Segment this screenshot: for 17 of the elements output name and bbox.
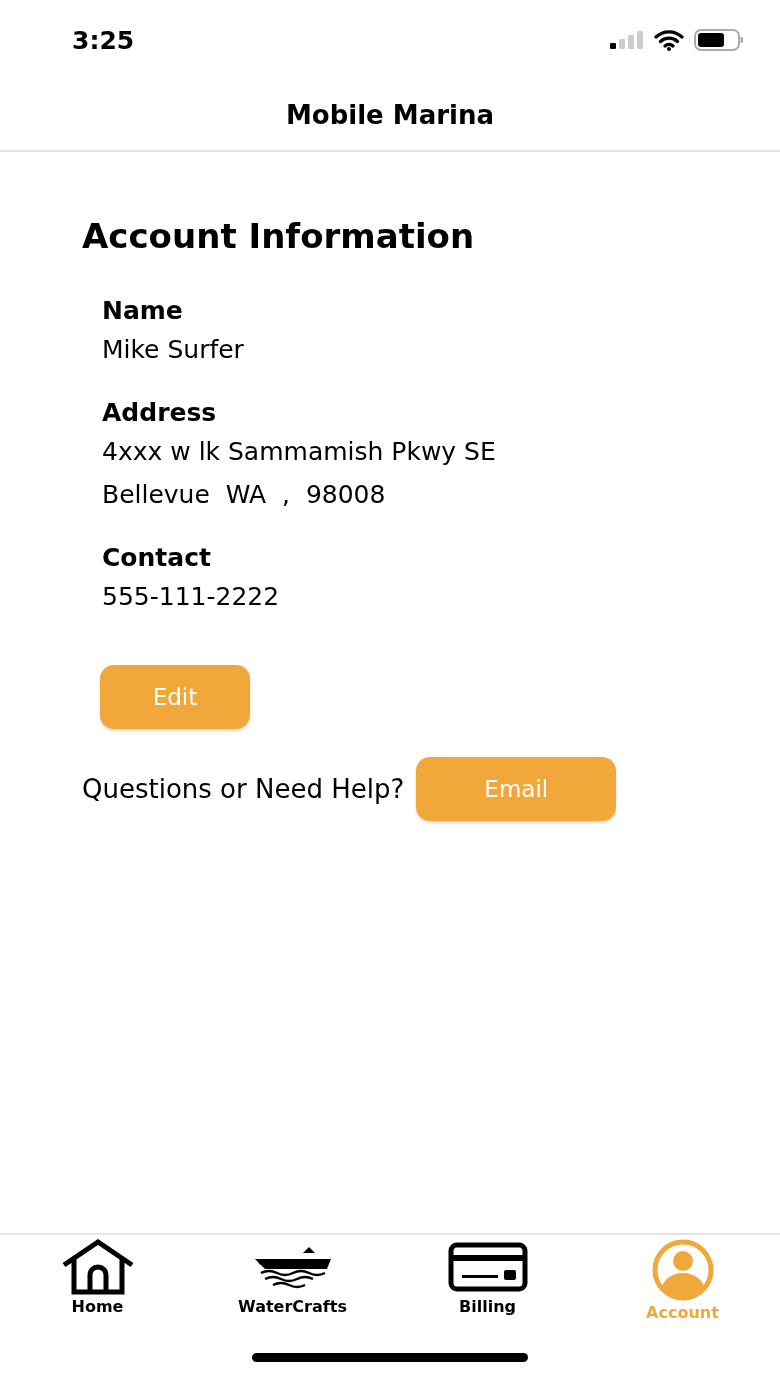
section-title: Account Information xyxy=(82,216,476,256)
wifi-icon xyxy=(654,29,684,51)
signal-icon xyxy=(610,31,644,49)
field-value: Mike Surfer xyxy=(102,334,245,366)
tab-bar-item[interactable]: WaterCrafts xyxy=(195,1235,390,1353)
field-label: Address xyxy=(102,398,218,427)
app-title: Mobile Marina xyxy=(285,100,495,130)
battery-icon xyxy=(694,29,744,51)
field-value: Bellevue WA , 98008 xyxy=(102,479,387,511)
status-time: 3:25 xyxy=(72,25,135,55)
field-value: 4xxx w lk Sammamish Pkwy SE xyxy=(102,436,497,468)
field-label: Name xyxy=(102,296,184,325)
tab-bar-item[interactable]: Billing xyxy=(390,1235,585,1353)
field-label: Contact xyxy=(102,543,212,572)
tab-bar-item[interactable]: Home xyxy=(0,1235,195,1353)
field-value: 555-111-2222 xyxy=(102,581,281,613)
help-text: Questions or Need Help? xyxy=(82,774,405,804)
